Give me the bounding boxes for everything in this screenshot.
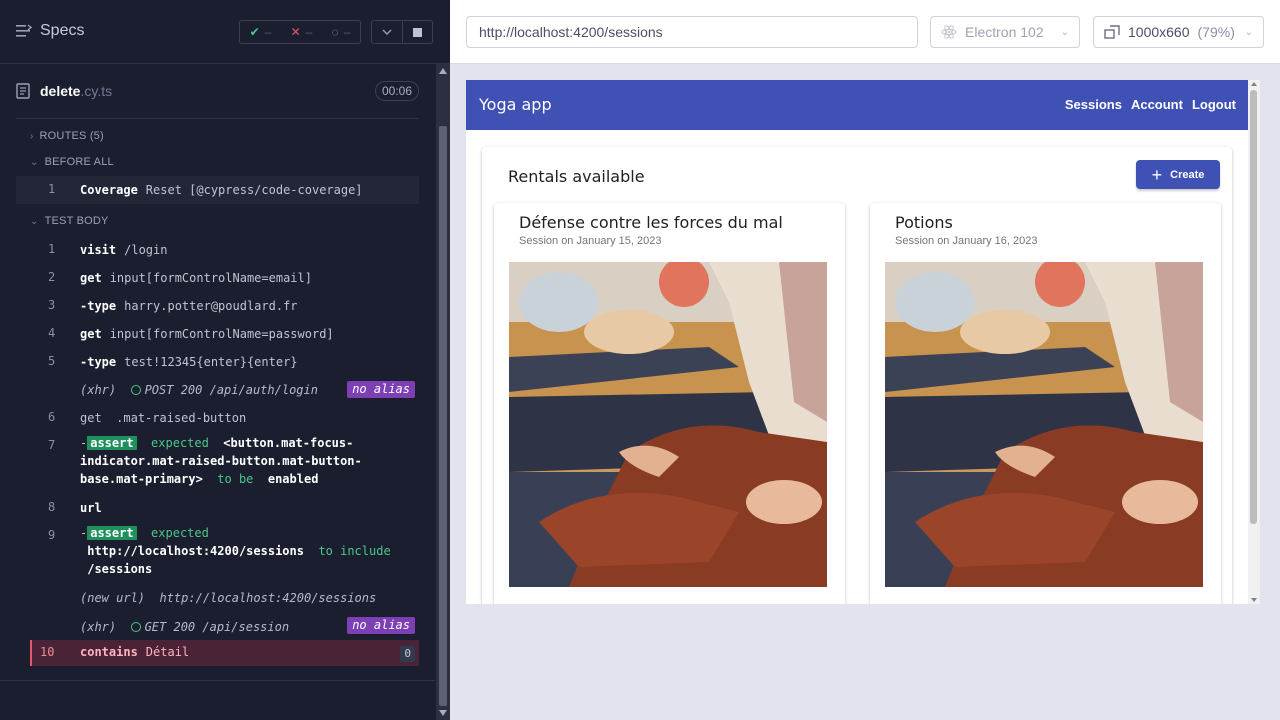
app-iframe: Yoga app Sessions Account Logout Rentals…	[466, 80, 1260, 604]
status-circle-icon	[130, 622, 141, 632]
duration-badge: 00:06	[374, 81, 419, 101]
command-row[interactable]: 8 url	[16, 496, 419, 524]
command-row[interactable]: 5 -type test!12345{enter}{enter}	[16, 350, 419, 378]
chevron-down-icon: ⌄	[30, 215, 39, 227]
document-icon	[16, 83, 30, 99]
zoom-level: (79%)	[1197, 24, 1235, 40]
routes-toggle[interactable]: › ROUTES (5)	[30, 130, 104, 142]
app-preview-panel: http://localhost:4200/sessions Electron …	[450, 0, 1280, 720]
alias-badge: no alias	[347, 381, 415, 398]
command-log: › ROUTES (5) ⌄ BEFORE ALL 1 Coverage Rese…	[16, 124, 419, 676]
session-card: Potions Session on January 16, 2023	[870, 203, 1221, 604]
pending-icon: ◌	[331, 25, 339, 39]
browser-selector[interactable]: Electron 102 ⌄	[930, 16, 1080, 48]
rentals-card: Rentals available + Create Défense contr…	[482, 147, 1232, 604]
scroll-down-icon[interactable]	[1251, 598, 1257, 602]
chevron-right-icon: ›	[30, 130, 34, 142]
preview-toolbar: http://localhost:4200/sessions Electron …	[450, 0, 1280, 64]
stop-button[interactable]	[403, 20, 433, 44]
command-row[interactable]: 1 visit/login	[16, 238, 419, 266]
pending-stat: ◌ –	[331, 25, 351, 39]
command-log-panel: Specs ✔ – ✕ – ◌ – delete.cy.ts 00:06 › R…	[0, 0, 450, 720]
menu-icon	[16, 24, 32, 37]
browser-name: Electron 102	[965, 24, 1044, 40]
spec-file-name: delete.cy.ts	[40, 83, 113, 99]
app-toolbar: Yoga app Sessions Account Logout	[466, 80, 1248, 130]
session-card: Défense contre les forces du mal Session…	[494, 203, 845, 604]
electron-icon	[941, 25, 957, 39]
create-button[interactable]: + Create	[1136, 160, 1220, 189]
assert-row[interactable]: 9 - assert expected http://localhost:4200…	[16, 524, 419, 586]
chevron-down-icon	[382, 29, 392, 35]
xhr-row[interactable]: (xhr) POST 200 /api/auth/login no alias	[16, 378, 419, 406]
chevron-down-icon: ⌄	[1244, 26, 1253, 38]
chevron-down-icon: ⌄	[1060, 26, 1069, 38]
command-row[interactable]: 2 get input[formControlName=email]	[16, 266, 419, 294]
scroll-down-icon[interactable]	[439, 710, 447, 716]
before-all-toggle[interactable]: ⌄ BEFORE ALL	[30, 156, 114, 168]
session-subtitle: Session on January 15, 2023	[519, 235, 662, 247]
status-circle-icon	[130, 385, 141, 395]
viewport-icon	[1104, 25, 1120, 39]
session-title: Potions	[895, 213, 953, 232]
element-count-badge: 0	[400, 646, 415, 662]
test-body-toggle[interactable]: ⌄ TEST BODY	[30, 215, 109, 227]
command-row[interactable]: 3 -type harry.potter@poudlard.fr	[16, 294, 419, 322]
command-row[interactable]: 1 Coverage Reset [@cypress/code-coverage]	[16, 176, 419, 204]
session-title: Défense contre les forces du mal	[519, 213, 783, 232]
stop-icon	[413, 27, 422, 37]
alias-badge: no alias	[347, 617, 415, 634]
plus-icon: +	[1151, 164, 1163, 185]
nav-account[interactable]: Account	[1131, 97, 1183, 112]
x-icon: ✕	[290, 25, 301, 39]
command-row[interactable]: 4 get input[formControlName=password]	[16, 322, 419, 350]
failed-stat: ✕ –	[290, 25, 313, 39]
divider	[0, 680, 435, 681]
command-row[interactable]: 6 get .mat-raised-button	[16, 406, 419, 434]
card-title: Rentals available	[508, 167, 645, 186]
assert-badge: assert	[87, 436, 137, 450]
scrollbar-thumb[interactable]	[439, 126, 447, 706]
url-bar[interactable]: http://localhost:4200/sessions	[466, 16, 918, 48]
options-dropdown-button[interactable]	[371, 20, 403, 44]
nav-logout[interactable]: Logout	[1192, 97, 1236, 112]
xhr-row[interactable]: (xhr) GET 200 /api/session no alias	[16, 614, 419, 640]
assert-badge: assert	[87, 526, 137, 540]
scroll-up-icon[interactable]	[439, 68, 447, 74]
session-subtitle: Session on January 16, 2023	[895, 235, 1038, 247]
scroll-up-icon[interactable]	[1251, 82, 1257, 86]
specs-label: Specs	[40, 22, 85, 39]
new-url-row[interactable]: (new url) http://localhost:4200/sessions	[16, 586, 419, 614]
yoga-photo	[885, 262, 1203, 587]
specs-button[interactable]: Specs	[16, 22, 84, 40]
specs-header: Specs ✔ – ✕ – ◌ –	[0, 0, 450, 64]
yoga-photo	[509, 262, 827, 587]
passed-stat: ✔ –	[249, 25, 272, 39]
check-icon: ✔	[249, 25, 260, 39]
viewport-selector[interactable]: 1000x660 (79%) ⌄	[1093, 16, 1264, 48]
failed-command-row[interactable]: 10 contains Détail 0	[30, 640, 419, 666]
app-title: Yoga app	[479, 95, 552, 114]
command-log-scrollbar[interactable]	[436, 64, 450, 720]
scrollbar-thumb[interactable]	[1250, 90, 1257, 524]
spec-file-header: delete.cy.ts 00:06	[16, 65, 419, 119]
app-nav: Sessions Account Logout	[1065, 97, 1236, 112]
test-stats: ✔ – ✕ – ◌ –	[239, 20, 361, 44]
app-scrollbar[interactable]	[1248, 80, 1260, 604]
viewport-size: 1000x660	[1128, 24, 1190, 40]
nav-sessions[interactable]: Sessions	[1065, 97, 1122, 112]
assert-row[interactable]: 7 - assert expected <button.mat-focus- in…	[16, 434, 419, 496]
chevron-down-icon: ⌄	[30, 156, 39, 168]
